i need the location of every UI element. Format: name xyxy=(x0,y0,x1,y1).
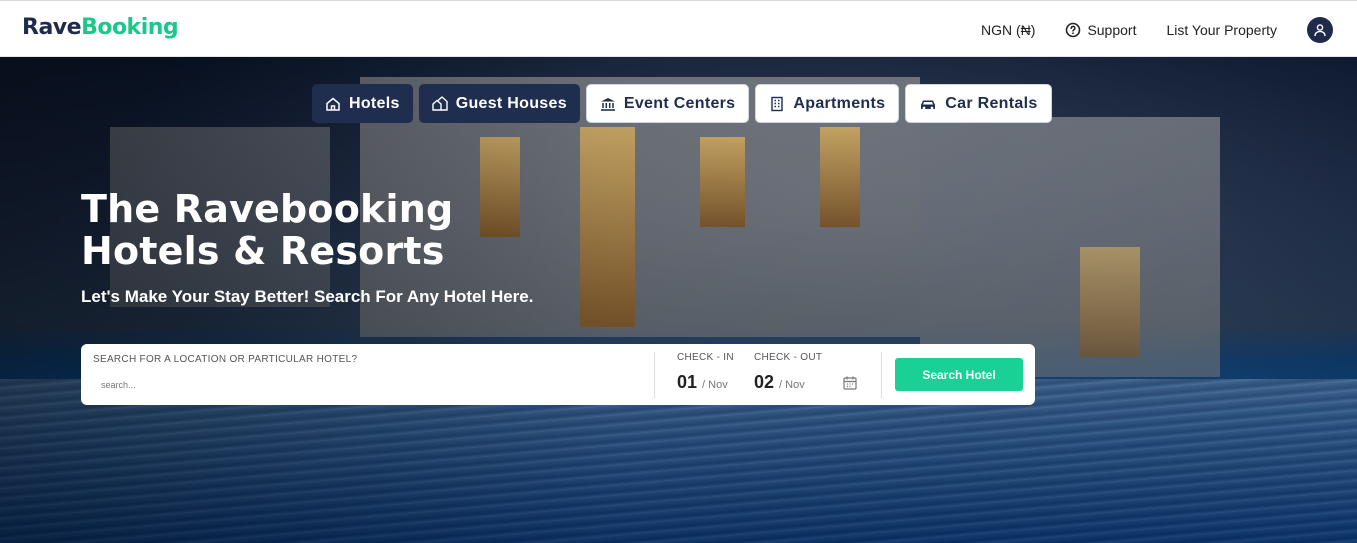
checkin-month: / Nov xyxy=(702,379,728,391)
question-circle-icon xyxy=(1066,22,1081,38)
user-avatar[interactable] xyxy=(1307,17,1333,43)
divider xyxy=(881,352,882,398)
home-icon xyxy=(326,97,340,111)
houses-icon xyxy=(432,95,448,111)
checkout-label: CHECK - OUT xyxy=(754,352,823,363)
search-hotel-button[interactable]: Search Hotel xyxy=(895,358,1023,391)
hero-title-line1: The Ravebooking xyxy=(81,187,454,231)
tab-label: Guest Houses xyxy=(455,94,567,112)
tab-label: Event Centers xyxy=(623,94,736,112)
support-label: Support xyxy=(1087,22,1137,38)
nav-right: NGN (₦) Support List Your Property xyxy=(981,15,1333,45)
tab-label: Apartments xyxy=(793,94,886,112)
list-property-link[interactable]: List Your Property xyxy=(1166,22,1277,38)
ravebooking-logo[interactable]: RaveBooking xyxy=(22,15,179,40)
category-tabs: Hotels Guest Houses Event Centers Apartm… xyxy=(312,84,1052,123)
bank-icon xyxy=(600,97,615,111)
logo-part-rave: Rave xyxy=(22,15,82,40)
currency-selector[interactable]: NGN (₦) xyxy=(981,22,1035,38)
car-icon xyxy=(921,100,936,109)
hero-title: The Ravebooking Hotels & Resorts xyxy=(81,188,453,272)
calendar-icon[interactable] xyxy=(842,375,858,391)
tab-label: Hotels xyxy=(349,94,400,112)
checkout-field[interactable]: CHECK - OUT 02 / Nov xyxy=(754,352,822,393)
search-bar: SEARCH FOR A LOCATION OR PARTICULAR HOTE… xyxy=(81,344,1035,405)
support-link[interactable]: Support xyxy=(1065,22,1136,38)
checkout-day: 02 xyxy=(754,372,775,392)
hero-subtitle: Let's Make Your Stay Better! Search For … xyxy=(81,287,534,306)
divider xyxy=(654,352,655,398)
building-icon xyxy=(771,96,784,111)
tab-car-rentals[interactable]: Car Rentals xyxy=(905,84,1052,123)
tab-guest-houses[interactable]: Guest Houses xyxy=(418,84,580,123)
checkin-day: 01 xyxy=(677,372,698,392)
hero-section: Hotels Guest Houses Event Centers Apartm… xyxy=(0,57,1357,543)
user-icon xyxy=(1314,24,1326,37)
tab-hotels[interactable]: Hotels xyxy=(312,84,413,123)
top-navbar: RaveBooking NGN (₦) Support List Your Pr… xyxy=(0,0,1357,57)
hero-title-line2: Hotels & Resorts xyxy=(81,229,445,273)
search-label: SEARCH FOR A LOCATION OR PARTICULAR HOTE… xyxy=(93,354,358,365)
tab-event-centers[interactable]: Event Centers xyxy=(585,84,750,123)
logo-part-booking: Booking xyxy=(81,15,179,40)
checkin-label: CHECK - IN xyxy=(677,352,734,363)
checkin-field[interactable]: CHECK - IN 01 / Nov xyxy=(677,352,734,393)
checkout-month: / Nov xyxy=(779,379,805,391)
tab-label: Car Rentals xyxy=(945,94,1038,112)
search-input[interactable] xyxy=(93,376,613,394)
tab-apartments[interactable]: Apartments xyxy=(755,84,900,123)
